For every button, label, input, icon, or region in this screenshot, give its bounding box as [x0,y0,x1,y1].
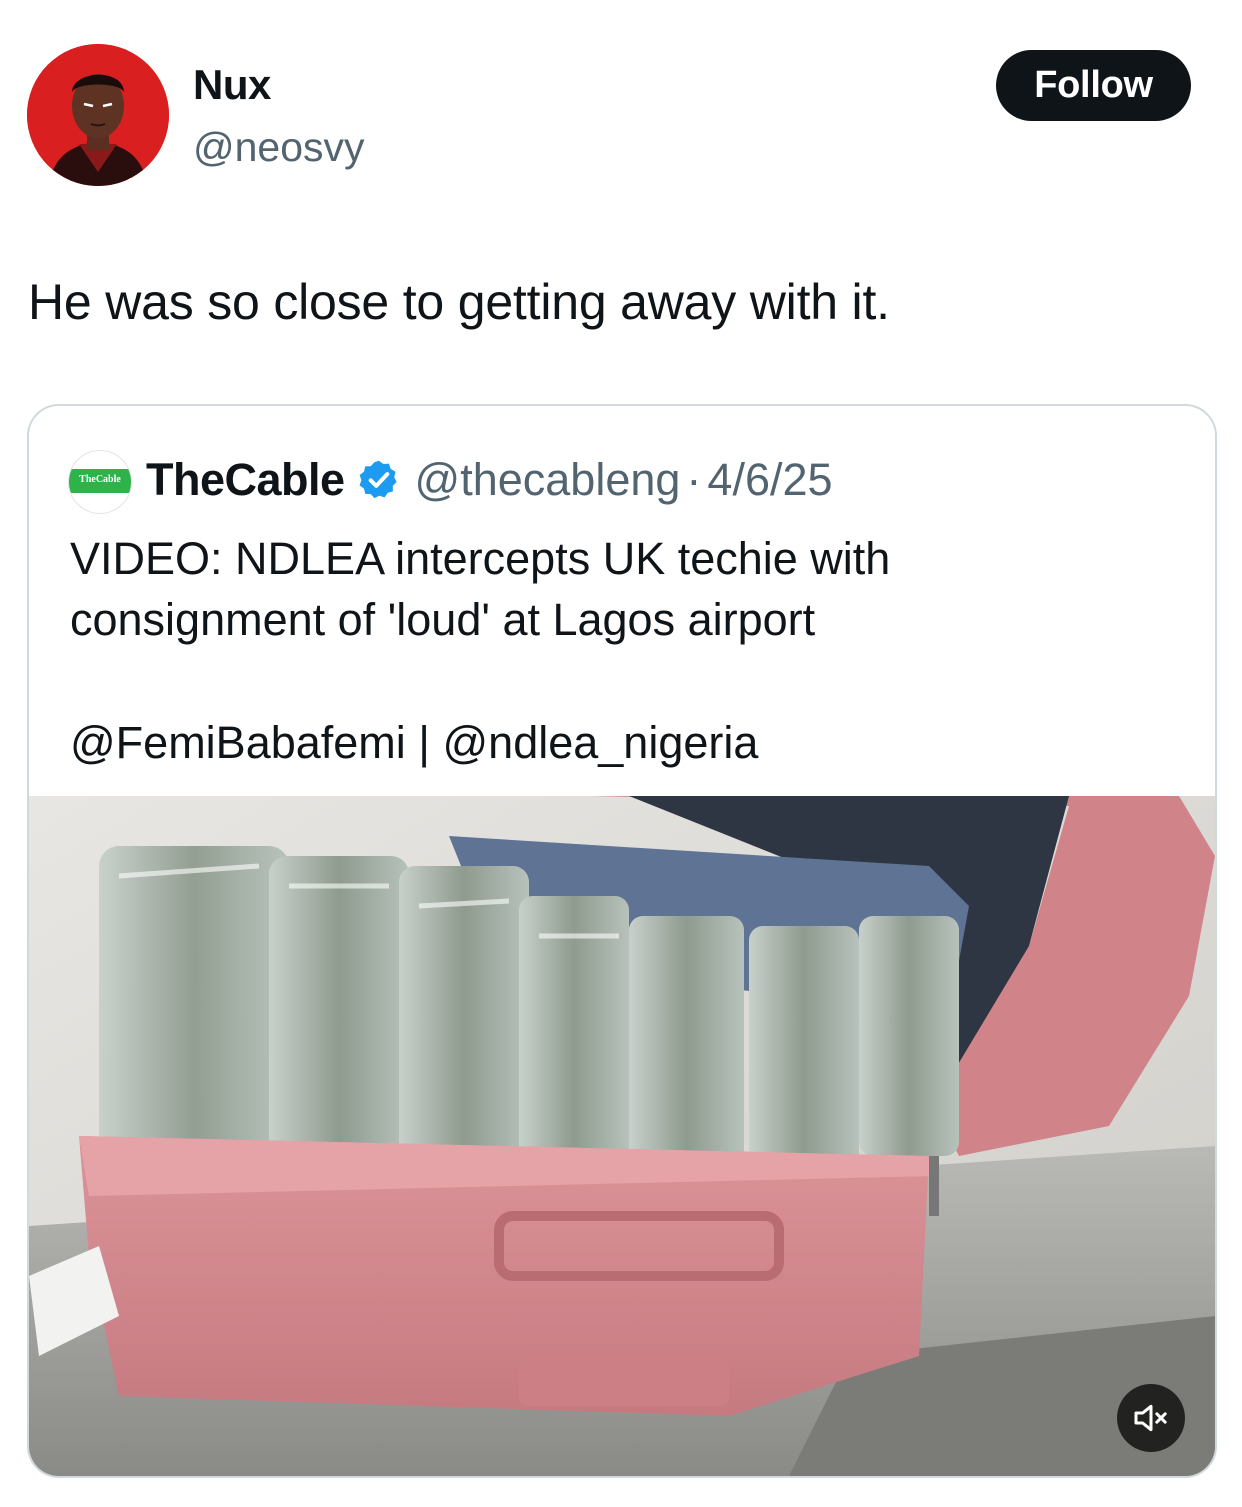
verified-badge-icon [357,458,401,502]
mute-toggle-button[interactable] [1117,1384,1185,1452]
post-text: He was so close to getting away with it. [28,274,890,330]
quoted-author-name[interactable]: TheCable [146,454,345,506]
author-display-name[interactable]: Nux [193,60,271,110]
quoted-text-line-2: consignment of 'loud' at Lagos airport [70,594,816,645]
quoted-post-mentions[interactable]: @FemiBabafemi | @ndlea_nigeria [70,712,758,773]
quoted-text-line-1: VIDEO: NDLEA intercepts UK techie with [70,533,891,584]
thecable-avatar[interactable]: TheCable [68,450,132,514]
header-separator: · [686,454,702,505]
follow-button[interactable]: Follow [996,50,1191,121]
quoted-post-header: TheCable @thecableng · 4/6/25 [146,450,833,510]
video-player[interactable] [29,796,1215,1476]
quoted-author-handle[interactable]: @thecableng [415,454,681,506]
quoted-post-date[interactable]: 4/6/25 [707,454,832,506]
thecable-logo-text: TheCable [79,474,121,485]
quoted-post-card[interactable]: TheCable TheCable @thecableng · 4/6/25 V… [27,404,1217,1478]
volume-muted-icon [1134,1404,1167,1432]
author-handle[interactable]: @neosvy [193,122,365,172]
author-avatar[interactable] [27,44,169,186]
quoted-post-text: VIDEO: NDLEA intercepts UK techie with c… [70,528,1180,650]
